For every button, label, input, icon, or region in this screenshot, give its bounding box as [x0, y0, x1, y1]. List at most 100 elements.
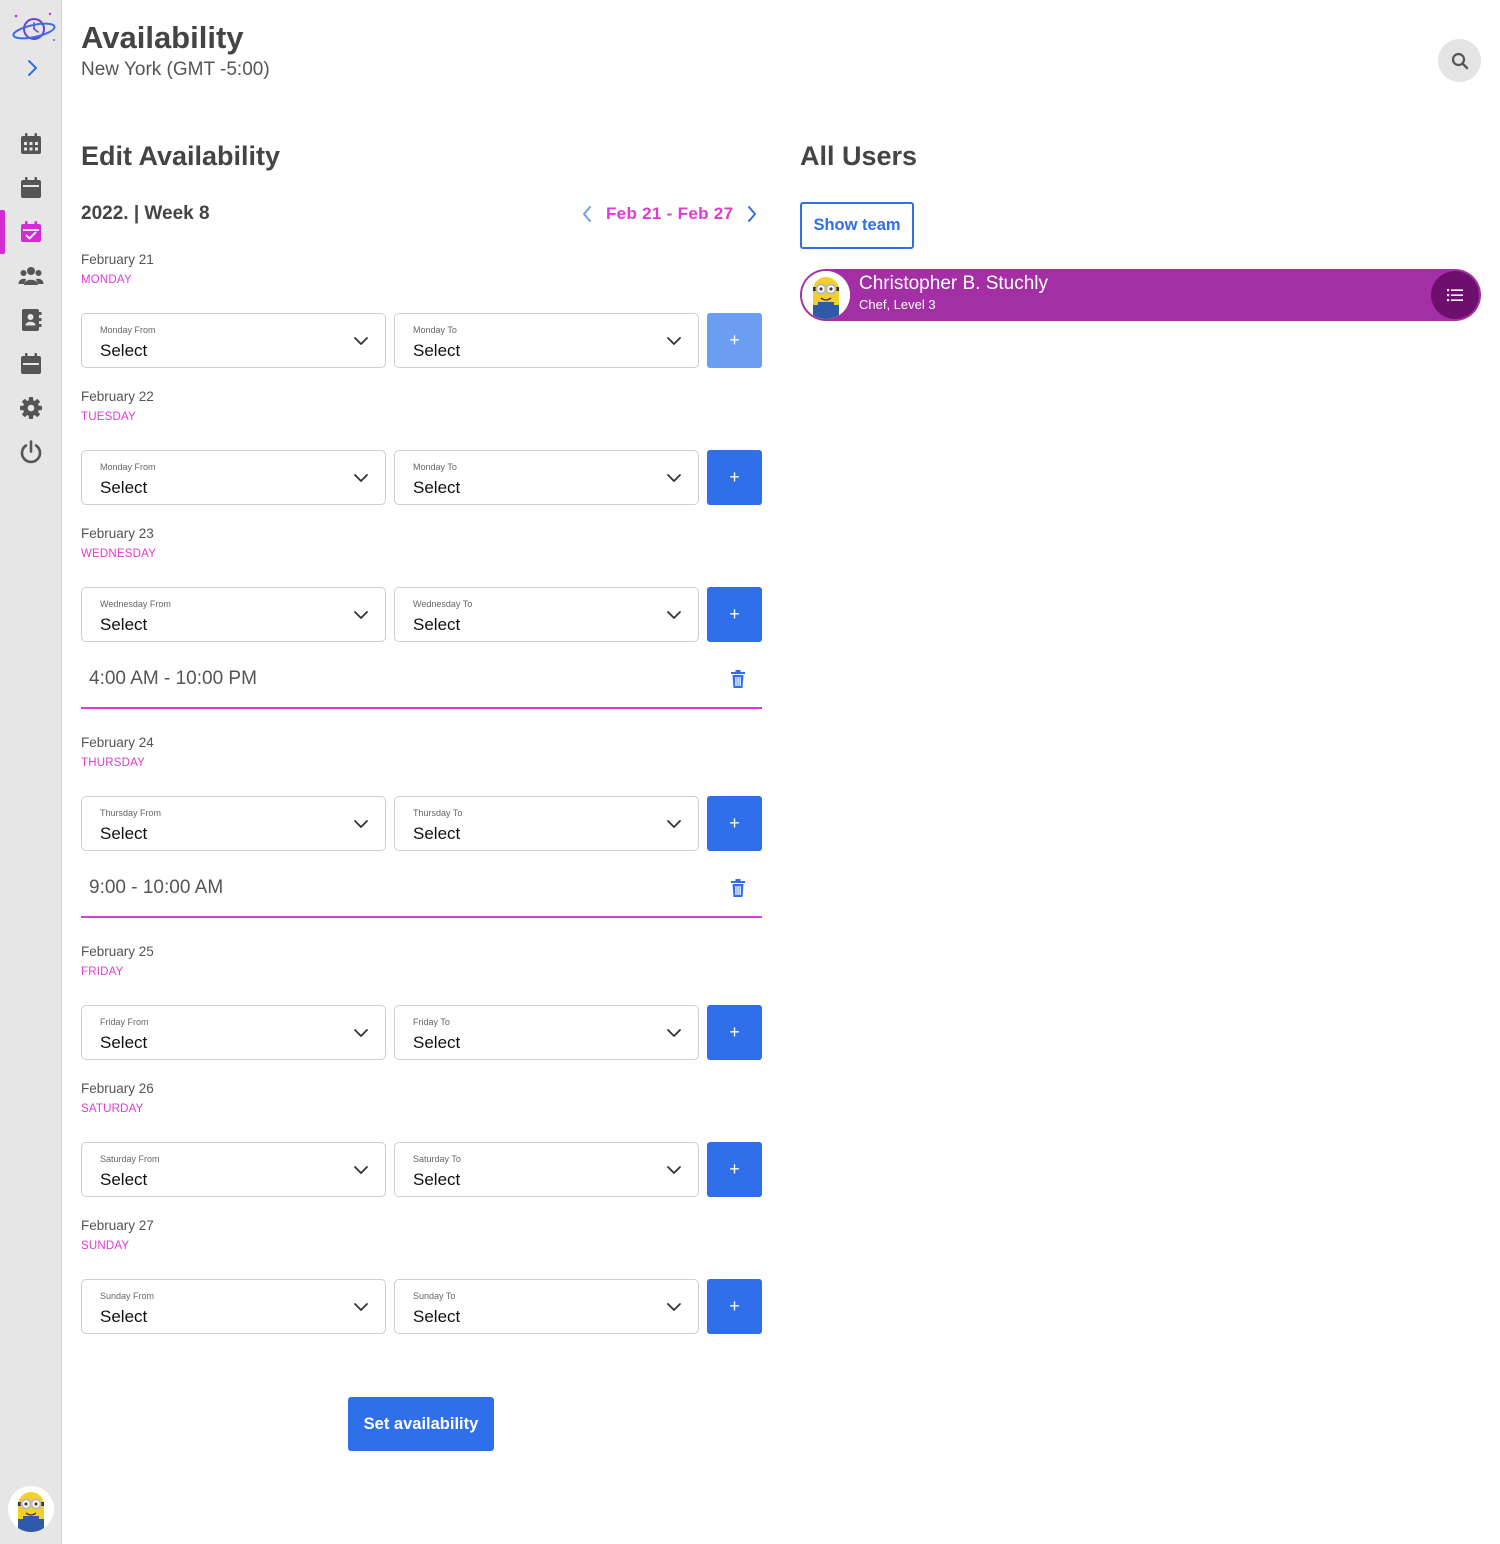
chevron-down-icon — [667, 1029, 681, 1037]
to-select-value: Select — [413, 1170, 461, 1189]
chevron-down-icon — [354, 820, 368, 828]
add-slot-button[interactable]: + — [707, 587, 762, 642]
calendar-alt-icon — [21, 353, 41, 374]
day-date: February 24 — [81, 735, 154, 750]
minion-avatar-icon — [8, 1486, 54, 1532]
user-menu-button[interactable] — [1431, 271, 1479, 319]
from-select[interactable]: Saturday From Select — [81, 1142, 386, 1197]
from-select-label: Monday From — [100, 325, 156, 335]
to-select-label: Wednesday To — [413, 599, 473, 609]
day-date: February 21 — [81, 252, 154, 267]
nav-users[interactable] — [0, 254, 62, 298]
contact-book-icon — [22, 309, 42, 331]
nav-settings[interactable] — [0, 386, 62, 430]
day-date: February 26 — [81, 1081, 154, 1096]
to-select[interactable]: Monday To Select — [394, 313, 699, 368]
add-slot-button[interactable]: + — [707, 796, 762, 851]
time-slot-value: 4:00 AM - 10:00 PM — [89, 668, 257, 689]
chevron-left-icon — [583, 206, 591, 222]
nav-calendar-alt[interactable] — [0, 342, 62, 386]
from-select-value: Select — [100, 1307, 148, 1326]
users-icon — [18, 267, 44, 285]
day-name: WEDNESDAY — [81, 548, 157, 560]
gear-icon — [20, 397, 42, 419]
add-slot-button[interactable]: + — [707, 1005, 762, 1060]
day-name: SUNDAY — [81, 1240, 130, 1252]
all-users-title: All Users — [800, 141, 918, 171]
page-title: Availability — [81, 20, 244, 55]
add-slot-button[interactable]: + — [707, 1142, 762, 1197]
set-availability-button[interactable]: Set availability — [348, 1397, 494, 1451]
from-select[interactable]: Sunday From Select — [81, 1279, 386, 1334]
user-role: Chef, Level 3 — [859, 297, 936, 312]
chevron-down-icon — [354, 474, 368, 482]
from-select-value: Select — [100, 824, 148, 843]
from-select-label: Thursday From — [100, 808, 162, 818]
to-select[interactable]: Saturday To Select — [394, 1142, 699, 1197]
time-slot: 9:00 - 10:00 AM — [81, 863, 762, 918]
day-date: February 27 — [81, 1218, 154, 1233]
from-select-value: Select — [100, 1170, 148, 1189]
to-select[interactable]: Friday To Select — [394, 1005, 699, 1060]
from-select[interactable]: Monday From Select — [81, 450, 386, 505]
from-select[interactable]: Wednesday From Select — [81, 587, 386, 642]
chevron-down-icon — [667, 337, 681, 345]
from-select-label: Sunday From — [100, 1291, 155, 1301]
list-icon — [1447, 289, 1463, 302]
day-name: THURSDAY — [81, 757, 146, 769]
from-select-label: Saturday From — [100, 1154, 160, 1164]
to-select-value: Select — [413, 1307, 461, 1326]
from-select[interactable]: Monday From Select — [81, 313, 386, 368]
prev-week-button[interactable] — [578, 203, 596, 225]
day-name: MONDAY — [81, 274, 132, 286]
calendar-grid-icon — [21, 133, 41, 154]
trash-icon[interactable] — [730, 879, 746, 897]
chevron-down-icon — [354, 1029, 368, 1037]
add-slot-button[interactable]: + — [707, 1279, 762, 1334]
edit-availability-title: Edit Availability — [81, 141, 281, 171]
to-select-value: Select — [413, 1033, 461, 1052]
to-select-label: Saturday To — [413, 1154, 461, 1164]
user-avatar[interactable] — [8, 1486, 54, 1532]
trash-icon[interactable] — [730, 670, 746, 688]
user-card[interactable]: Christopher B. Stuchly Chef, Level 3 — [800, 269, 1481, 321]
time-slot: 4:00 AM - 10:00 PM — [81, 654, 762, 709]
chevron-right-icon — [748, 206, 757, 222]
day-name: TUESDAY — [81, 411, 136, 423]
nav-calendar-check[interactable] — [0, 210, 62, 254]
to-select[interactable]: Sunday To Select — [394, 1279, 699, 1334]
user-avatar — [802, 271, 850, 319]
day-name: SATURDAY — [81, 1103, 144, 1115]
from-select-value: Select — [100, 615, 148, 634]
nav-calendar[interactable] — [0, 166, 62, 210]
from-select-value: Select — [100, 478, 148, 497]
nav-contacts[interactable] — [0, 298, 62, 342]
add-slot-button[interactable]: + — [707, 450, 762, 505]
to-select[interactable]: Monday To Select — [394, 450, 699, 505]
chevron-down-icon — [667, 611, 681, 619]
from-select[interactable]: Thursday From Select — [81, 796, 386, 851]
chevron-down-icon — [354, 611, 368, 619]
to-select-label: Sunday To — [413, 1291, 456, 1301]
to-select-value: Select — [413, 615, 461, 634]
next-week-button[interactable] — [743, 203, 761, 225]
day-date: February 23 — [81, 526, 154, 541]
to-select-label: Monday To — [413, 325, 457, 335]
day-date: February 25 — [81, 944, 154, 959]
from-select[interactable]: Friday From Select — [81, 1005, 386, 1060]
week-label: 2022. | Week 8 — [81, 203, 210, 224]
add-slot-button[interactable]: + — [707, 313, 762, 368]
day-name: FRIDAY — [81, 966, 124, 978]
to-select-value: Select — [413, 824, 461, 843]
calendar-check-icon — [21, 221, 41, 242]
show-team-button[interactable]: Show team — [800, 202, 914, 249]
chevron-down-icon — [354, 1166, 368, 1174]
search-button[interactable] — [1438, 39, 1481, 82]
planet-logo-icon[interactable] — [10, 8, 58, 48]
chevron-right-icon[interactable] — [22, 58, 42, 78]
nav-calendar-grid[interactable] — [0, 122, 62, 166]
to-select-value: Select — [413, 478, 461, 497]
to-select[interactable]: Thursday To Select — [394, 796, 699, 851]
to-select[interactable]: Wednesday To Select — [394, 587, 699, 642]
nav-logout[interactable] — [0, 430, 62, 474]
